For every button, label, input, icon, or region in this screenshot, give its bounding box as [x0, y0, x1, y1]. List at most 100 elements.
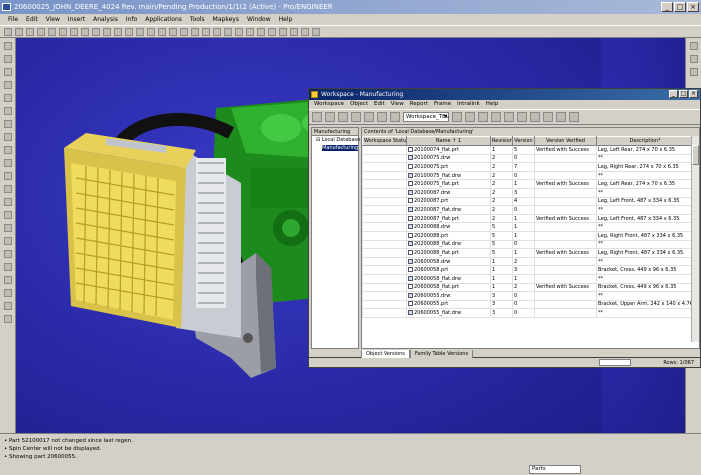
ws-menu-object[interactable]: Object [347, 100, 371, 109]
refresh-icon[interactable] [312, 112, 322, 122]
filter-icon[interactable] [452, 112, 462, 122]
open-icon[interactable] [15, 27, 23, 36]
column-header[interactable]: Revision [490, 136, 513, 146]
menu-window[interactable]: Window [243, 14, 275, 25]
datum-point-icon[interactable] [3, 94, 12, 102]
sketch-icon[interactable] [3, 42, 12, 50]
datum-axes-icon[interactable] [279, 27, 287, 36]
window-icon[interactable] [125, 27, 133, 36]
menu-insert[interactable]: Insert [64, 14, 89, 25]
workspace-table-select[interactable]: Workspace_TBL [403, 112, 449, 122]
offset-icon[interactable] [3, 289, 12, 297]
rib-icon[interactable] [3, 185, 12, 193]
table-row[interactable]: 20200088.drw 5 1 ** [362, 222, 694, 232]
thicken-icon[interactable] [3, 302, 12, 310]
open-model-icon[interactable] [478, 112, 488, 122]
column-header[interactable]: Name ↑ 1 [406, 136, 491, 146]
revolve-icon[interactable] [3, 133, 12, 141]
zoom-in-icon[interactable] [158, 27, 166, 36]
datum-axis-icon[interactable] [3, 68, 12, 76]
tree-node-manufacturing[interactable]: Manufacturing [312, 144, 359, 152]
create-component-icon[interactable] [689, 55, 698, 63]
table-scrollbar[interactable] [691, 136, 699, 342]
coordinate-systems-icon[interactable] [301, 27, 309, 36]
wireframe-icon[interactable] [224, 27, 232, 36]
shading-icon[interactable] [257, 27, 265, 36]
ws-menu-frame[interactable]: Frame [431, 100, 454, 109]
print-icon[interactable] [37, 27, 45, 36]
datum-planes-icon[interactable] [268, 27, 276, 36]
history-icon[interactable] [530, 112, 540, 122]
lock-icon[interactable] [543, 112, 553, 122]
menu-info[interactable]: Info [122, 14, 141, 25]
report-icon[interactable] [569, 112, 579, 122]
draft-icon[interactable] [3, 198, 12, 206]
menu-edit[interactable]: Edit [22, 14, 42, 25]
repaint-icon[interactable] [136, 27, 144, 36]
shell-icon[interactable] [3, 172, 12, 180]
solidify-icon[interactable] [3, 315, 12, 323]
table-row[interactable]: 20100075.drw 2 0 ** [362, 153, 694, 164]
table-row[interactable]: 20200087_flat.drw 2 0 ** [362, 205, 694, 215]
table-row[interactable]: 20600058.prt 1 3 Bracket, Cross, 449 x 96 x… [362, 265, 694, 275]
undo-icon[interactable] [59, 27, 67, 36]
trim-icon[interactable] [3, 276, 12, 284]
export-icon[interactable] [377, 112, 387, 122]
table-row[interactable]: 20200087.drw 2 3 ** [362, 187, 694, 198]
table-row[interactable]: 20100074_flat.prt 1 5 Verified with Success… [362, 145, 694, 155]
workspace-close-button[interactable]: × [689, 90, 698, 98]
chamfer-icon[interactable] [3, 224, 12, 232]
merge-icon[interactable] [3, 263, 12, 271]
menu-help[interactable]: Help [275, 14, 297, 25]
column-header[interactable]: Version [512, 136, 535, 146]
regenerate-icon[interactable] [114, 27, 122, 36]
menu-applications[interactable]: Applications [141, 14, 186, 25]
extrude-icon[interactable] [3, 120, 12, 128]
datum-plane-icon[interactable] [3, 55, 12, 63]
table-row[interactable]: 20100075.prt 2 7 Leg, Right Rear, 274 x 70 … [362, 162, 694, 172]
maximize-button[interactable]: □ [674, 2, 686, 12]
ws-menu-intralink[interactable]: Intralink [454, 100, 483, 109]
scrollbar-thumb[interactable] [692, 145, 699, 165]
preview-icon[interactable] [491, 112, 501, 122]
email-icon[interactable] [48, 27, 56, 36]
csys-icon[interactable] [3, 107, 12, 115]
paste-icon[interactable] [103, 27, 111, 36]
table-icon[interactable] [390, 112, 400, 122]
table-row[interactable]: 20200088_flat.prt 5 1 Verified with Success… [362, 248, 694, 258]
selection-filter[interactable]: Parts [529, 465, 581, 474]
search-icon[interactable] [556, 112, 566, 122]
layers-icon[interactable] [213, 27, 221, 36]
orient-icon[interactable] [147, 27, 155, 36]
workspace-status-input[interactable] [599, 359, 631, 366]
column-header[interactable]: Workspace Status [362, 136, 407, 146]
refit-icon[interactable] [180, 27, 188, 36]
cut-icon[interactable] [81, 27, 89, 36]
check-out-icon[interactable] [338, 112, 348, 122]
explode-icon[interactable] [689, 68, 698, 76]
new-icon[interactable] [4, 27, 12, 36]
table-row[interactable]: 20200087_flat.prt 2 1 Verified with Success… [362, 213, 694, 224]
hidden-line-icon[interactable] [235, 27, 243, 36]
saved-views-icon[interactable] [202, 27, 210, 36]
column-header[interactable]: Version Verified [534, 136, 597, 146]
mirror-icon[interactable] [3, 250, 12, 258]
import-icon[interactable] [364, 112, 374, 122]
save-icon[interactable] [26, 27, 34, 36]
table-row[interactable]: 20600058.drw 1 2 ** [362, 256, 694, 267]
table-row[interactable]: 20600055.prt 3 0 Bracket, Upper Arm, 242 x … [362, 299, 694, 310]
table-row[interactable]: 20100075_flat.drw 2 0 ** [362, 170, 694, 181]
sweep-icon[interactable] [3, 146, 12, 154]
datum-points-icon[interactable] [290, 27, 298, 36]
where-used-icon[interactable] [504, 112, 514, 122]
assemble-icon[interactable] [689, 42, 698, 50]
table-row[interactable]: 20600058_flat.prt 1 2 Verified with Success… [362, 282, 694, 293]
properties-icon[interactable] [465, 112, 475, 122]
table-row[interactable]: 20600058_flat.drw 1 1 ** [362, 273, 694, 284]
minimize-button[interactable]: _ [661, 2, 673, 12]
close-button[interactable]: × [687, 2, 699, 12]
menu-view[interactable]: View [42, 14, 64, 25]
dependencies-icon[interactable] [517, 112, 527, 122]
menu-mapkeys[interactable]: Mapkeys [209, 14, 243, 25]
copy-icon[interactable] [92, 27, 100, 36]
